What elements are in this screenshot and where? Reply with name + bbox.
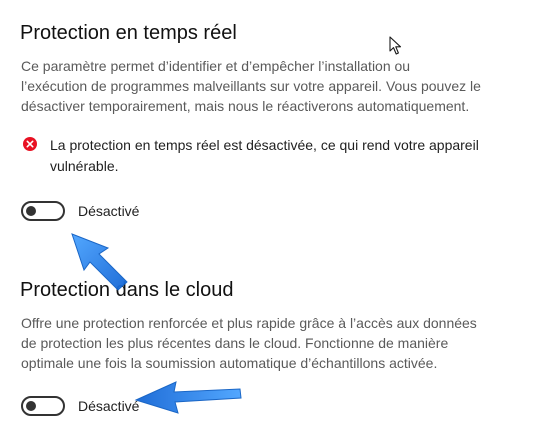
realtime-protection-toggle-row: Désactivé: [21, 201, 139, 221]
cloud-protection-title: Protection dans le cloud: [20, 279, 234, 301]
realtime-description-line: l’exécution de programmes malveillants s…: [21, 78, 481, 94]
realtime-description-line: Ce paramètre permet d’identifier et d’em…: [21, 58, 411, 74]
realtime-protection-title: Protection en temps réel: [20, 22, 237, 44]
toggle-knob: [26, 401, 36, 411]
error-circle-x-icon: [23, 137, 37, 151]
realtime-protection-toggle[interactable]: [21, 201, 65, 221]
cloud-description-line: de protection les plus récentes dans le …: [21, 335, 449, 351]
cloud-description-line: optimale une fois la soumission automati…: [21, 355, 438, 371]
warning-line: vulnérable.: [50, 158, 119, 174]
mouse-pointer-icon: [389, 36, 402, 55]
realtime-warning-text: La protection en temps réel est désactiv…: [50, 135, 520, 177]
toggle-knob: [26, 206, 36, 216]
cloud-toggle-label: Désactivé: [78, 398, 140, 414]
realtime-description-line: désactiver temporairement, mais nous le …: [21, 98, 470, 114]
cloud-protection-toggle[interactable]: [21, 396, 65, 416]
warning-line: La protection en temps réel est désactiv…: [50, 137, 479, 153]
realtime-protection-description: Ce paramètre permet d’identifier et d’em…: [21, 56, 521, 116]
cloud-description-line: Offre une protection renforcée et plus r…: [21, 315, 477, 331]
realtime-toggle-label: Désactivé: [78, 203, 140, 219]
cloud-protection-description: Offre une protection renforcée et plus r…: [21, 313, 521, 373]
cloud-protection-toggle-row: Désactivé: [21, 396, 139, 416]
windows-security-settings-panel: Protection en temps réel Ce paramètre pe…: [0, 0, 541, 432]
